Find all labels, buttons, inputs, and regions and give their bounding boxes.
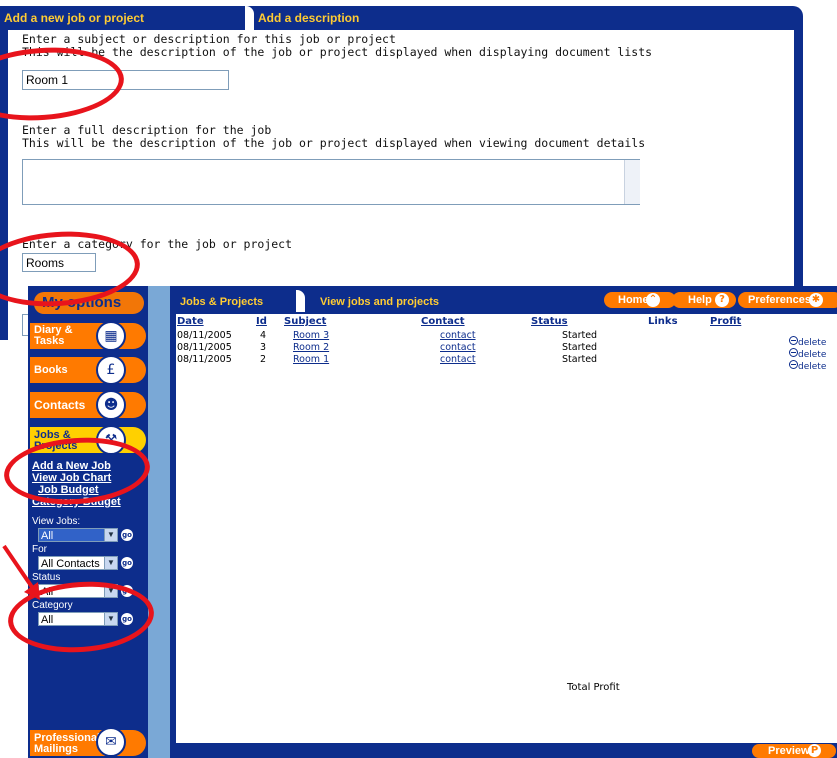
row-id: 2 bbox=[260, 354, 267, 365]
full-description-textarea[interactable] bbox=[22, 159, 640, 205]
textarea-scrollbar[interactable] bbox=[624, 160, 640, 204]
preferences-label: Preferences bbox=[748, 294, 811, 306]
annotation-arrow-icon bbox=[2, 544, 40, 600]
chevron-down-icon: ▼ bbox=[104, 529, 117, 541]
row-id: 3 bbox=[260, 342, 267, 353]
menu-label-2: Tasks bbox=[34, 335, 65, 347]
preview-button[interactable]: Preview bbox=[752, 744, 836, 758]
tab-divider bbox=[245, 6, 254, 30]
home-label: Home bbox=[618, 294, 649, 306]
subject-help: This will be the description of the job … bbox=[22, 45, 653, 59]
go-button[interactable]: go bbox=[121, 557, 133, 569]
menu-contacts[interactable]: Contacts bbox=[30, 392, 146, 418]
menu-label: Books bbox=[34, 364, 68, 376]
window-right-border bbox=[794, 30, 803, 290]
tab-add-new-job[interactable]: Add a new job or project bbox=[4, 11, 144, 25]
col-header-profit[interactable]: Profit bbox=[710, 316, 741, 327]
row-status: Started bbox=[562, 330, 598, 341]
tab-jobs-projects[interactable]: Jobs & Projects bbox=[180, 296, 263, 308]
row-date: 08/11/2005 bbox=[177, 342, 232, 353]
row-subject-link[interactable]: Room 2 bbox=[293, 342, 329, 353]
delete-button[interactable]: delete bbox=[789, 354, 826, 373]
jobs-content-area bbox=[176, 314, 837, 743]
row-subject-link[interactable]: Room 3 bbox=[293, 330, 329, 341]
row-id: 4 bbox=[260, 330, 267, 341]
col-header-contact[interactable]: Contact bbox=[421, 316, 465, 327]
row-contact-link[interactable]: contact bbox=[440, 330, 476, 341]
pound-icon: £ bbox=[96, 355, 126, 385]
row-contact-link[interactable]: contact bbox=[440, 342, 476, 353]
row-contact-link[interactable]: contact bbox=[440, 354, 476, 365]
row-date: 08/11/2005 bbox=[177, 354, 232, 365]
home-icon: ⌃ bbox=[646, 293, 660, 307]
preview-icon: P bbox=[808, 744, 821, 757]
table-row: 08/11/2005 3 Room 2 contact Started dele… bbox=[176, 342, 837, 360]
chevron-down-icon: ▼ bbox=[104, 557, 117, 569]
col-header-links: Links bbox=[648, 316, 678, 327]
menu-professional-mailings[interactable]: Professional Mailings bbox=[30, 730, 146, 756]
table-row: 08/11/2005 2 Room 1 contact Started dele… bbox=[176, 354, 837, 372]
menu-label-2: Mailings bbox=[34, 743, 79, 755]
people-icon: ☻ bbox=[96, 390, 126, 420]
calendar-icon: ▦ bbox=[96, 321, 126, 351]
tab-divider bbox=[296, 290, 305, 312]
menu-label: Contacts bbox=[34, 398, 86, 412]
go-button[interactable]: go bbox=[121, 529, 133, 541]
row-status: Started bbox=[562, 354, 598, 365]
row-date: 08/11/2005 bbox=[177, 330, 232, 341]
mail-icon: ✉ bbox=[96, 727, 126, 757]
tab-view-jobs[interactable]: View jobs and projects bbox=[320, 296, 439, 308]
full-description-help: This will be the description of the job … bbox=[22, 136, 646, 150]
col-header-status[interactable]: Status bbox=[531, 316, 568, 327]
row-subject-link[interactable]: Room 1 bbox=[293, 354, 329, 365]
delete-label: delete bbox=[798, 362, 827, 372]
row-status: Started bbox=[562, 342, 598, 353]
col-header-subject[interactable]: Subject bbox=[284, 316, 326, 327]
col-header-date[interactable]: Date bbox=[177, 316, 204, 327]
sidebar-separator bbox=[148, 286, 170, 758]
table-row: 08/11/2005 4 Room 3 contact Started dele… bbox=[176, 330, 837, 348]
help-icon: ? bbox=[715, 293, 729, 307]
view-jobs-select[interactable]: All ▼ bbox=[38, 528, 118, 542]
total-profit-label: Total Profit bbox=[567, 682, 620, 693]
preview-label: Preview bbox=[768, 745, 810, 757]
menu-books[interactable]: Books bbox=[30, 357, 146, 383]
preferences-icon: ✱ bbox=[809, 293, 823, 307]
home-button[interactable]: Home bbox=[604, 292, 676, 308]
tab-add-description[interactable]: Add a description bbox=[258, 11, 359, 25]
menu-diary-tasks[interactable]: Diary & Tasks bbox=[30, 323, 146, 349]
for-select[interactable]: All Contacts ▼ bbox=[38, 556, 118, 570]
col-header-id[interactable]: Id bbox=[256, 316, 267, 327]
help-label: Help bbox=[688, 294, 712, 306]
minus-circle-icon bbox=[789, 360, 798, 369]
view-jobs-label: View Jobs: bbox=[32, 516, 81, 527]
